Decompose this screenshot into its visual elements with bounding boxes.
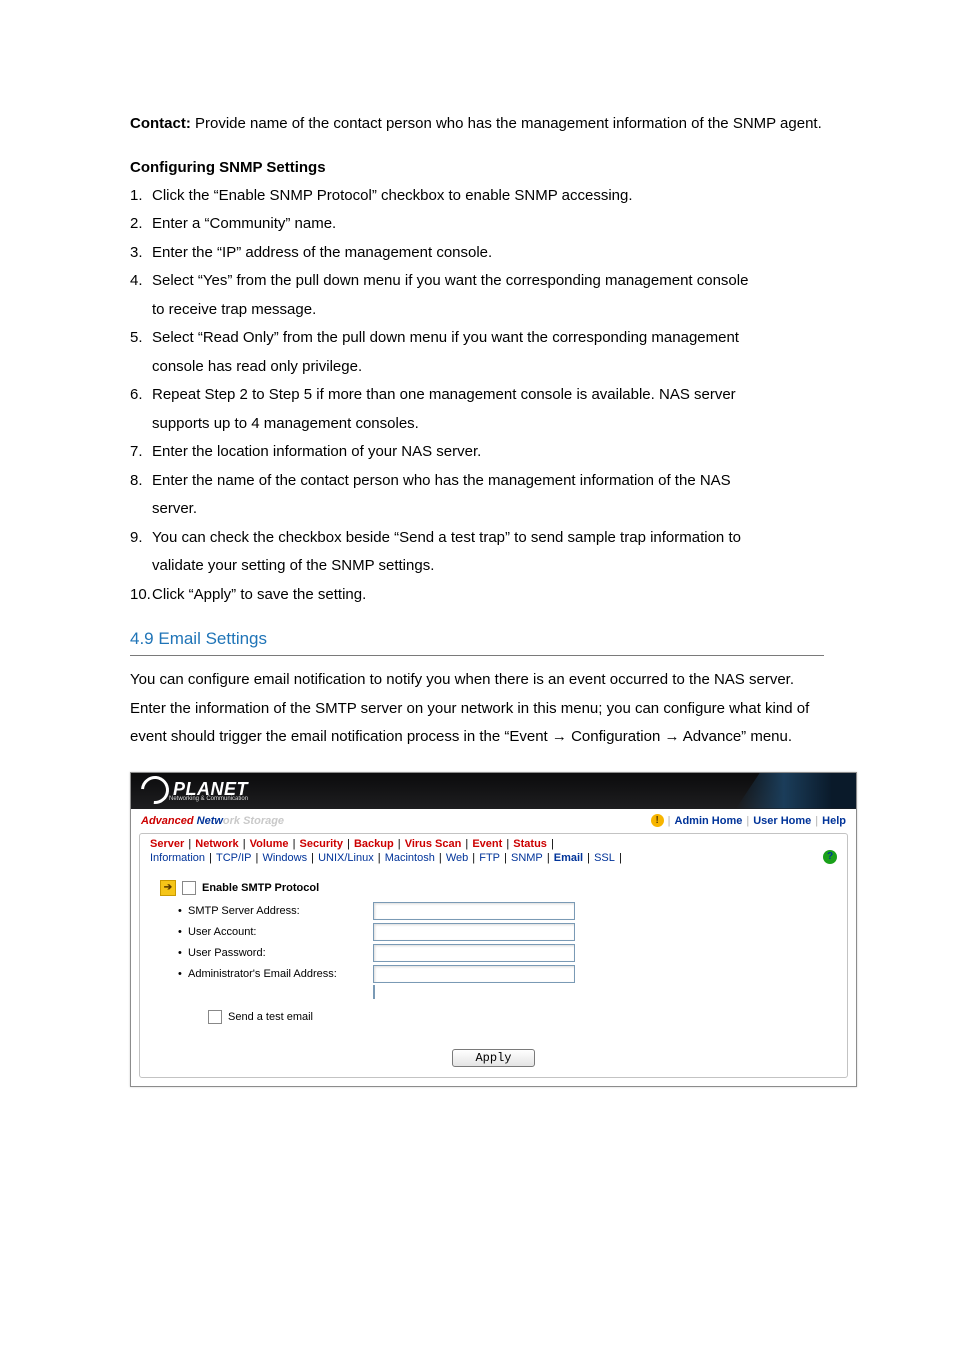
contact-paragraph: Contact: Provide name of the contact per… — [130, 110, 824, 139]
secondary-tab[interactable]: SNMP — [511, 852, 543, 864]
row-user-account: • User Account: — [178, 923, 827, 941]
steps-list: 1. Click the “Enable SNMP Protocol” chec… — [130, 182, 824, 610]
secondary-tab[interactable]: Web — [446, 852, 468, 864]
arrow-icon: ➔ — [160, 880, 176, 896]
section-heading-email: 4.9 Email Settings — [130, 629, 824, 649]
subheading-configuring: Configuring SNMP Settings — [130, 159, 824, 176]
row-user-password: • User Password: — [178, 944, 827, 962]
primary-tab[interactable]: Virus Scan — [405, 838, 462, 850]
primary-tab[interactable]: Volume — [250, 838, 289, 850]
test-email-label: Send a test email — [228, 1011, 313, 1023]
secondary-tab[interactable]: Information — [150, 852, 205, 864]
header-links: ! | Admin Home | User Home | Help — [651, 814, 846, 827]
label-smtp-address: SMTP Server Address: — [188, 905, 373, 917]
link-admin-home[interactable]: Admin Home — [675, 815, 743, 827]
link-help[interactable]: Help — [822, 815, 846, 827]
section-body-email: You can configure email notification to … — [130, 666, 824, 752]
test-email-checkbox[interactable] — [208, 1010, 222, 1024]
input-smtp-address[interactable] — [373, 902, 575, 920]
secondary-tabs: Information | TCP/IP | Windows | UNIX/Li… — [140, 850, 847, 870]
help-icon[interactable]: ? — [823, 850, 837, 864]
step-item-continuation: server. — [130, 495, 824, 524]
contact-label: Contact: — [130, 115, 191, 132]
primary-tab[interactable]: Backup — [354, 838, 394, 850]
step-item: 7. Enter the location information of you… — [130, 438, 824, 467]
step-item: 9. You can check the checkbox beside “Se… — [130, 524, 824, 553]
label-user-account: User Account: — [188, 926, 373, 938]
primary-tab[interactable]: Network — [195, 838, 238, 850]
row-admin-email-2 — [373, 986, 827, 998]
row-admin-email: • Administrator's Email Address: — [178, 965, 827, 983]
step-item: 10. Click “Apply” to save the setting. — [130, 581, 824, 610]
brand-title: Advanced Network Storage — [141, 815, 284, 827]
secondary-tab[interactable]: UNIX/Linux — [318, 852, 374, 864]
step-item: 8. Enter the name of the contact person … — [130, 467, 824, 496]
contact-text: Provide name of the contact person who h… — [191, 115, 822, 132]
input-user-account[interactable] — [373, 923, 575, 941]
input-admin-email-1[interactable] — [373, 965, 575, 983]
secondary-tab[interactable]: TCP/IP — [216, 852, 251, 864]
label-user-password: User Password: — [188, 947, 373, 959]
secondary-tab[interactable]: Email — [554, 852, 583, 864]
step-item: 3. Enter the “IP” address of the managem… — [130, 239, 824, 268]
screenshot-subheader: Advanced Network Storage ! | Admin Home … — [131, 809, 856, 833]
link-user-home[interactable]: User Home — [753, 815, 811, 827]
form-area: ➔ Enable SMTP Protocol • SMTP Server Add… — [140, 870, 847, 1038]
row-smtp-address: • SMTP Server Address: — [178, 902, 827, 920]
primary-tab[interactable]: Event — [472, 838, 502, 850]
step-item-continuation: to receive trap message. — [130, 296, 824, 325]
screenshot-header: PLANET Networking & Communication — [131, 773, 856, 809]
secondary-tab[interactable]: FTP — [479, 852, 500, 864]
step-item: 1. Click the “Enable SNMP Protocol” chec… — [130, 182, 824, 211]
alert-icon[interactable]: ! — [651, 814, 664, 827]
section-divider — [130, 655, 824, 656]
settings-panel: Server | Network | Volume | Security | B… — [139, 833, 848, 1078]
primary-tabs: Server | Network | Volume | Security | B… — [140, 834, 847, 850]
step-item: 4. Select “Yes” from the pull down menu … — [130, 267, 824, 296]
step-item-continuation: validate your setting of the SNMP settin… — [130, 552, 824, 581]
header-swoosh — [736, 773, 856, 809]
input-admin-email-2[interactable] — [373, 985, 375, 999]
primary-tab[interactable]: Status — [513, 838, 547, 850]
primary-tab[interactable]: Server — [150, 838, 184, 850]
secondary-tab[interactable]: Macintosh — [385, 852, 435, 864]
label-admin-email: Administrator's Email Address: — [188, 968, 373, 980]
enable-smtp-row: ➔ Enable SMTP Protocol — [160, 880, 827, 896]
logo-tagline: Networking & Communication — [169, 796, 248, 802]
apply-row: Apply — [140, 1038, 847, 1077]
enable-smtp-checkbox[interactable] — [182, 881, 196, 895]
secondary-tab[interactable]: Windows — [262, 852, 307, 864]
row-test-email: Send a test email — [208, 1010, 827, 1024]
screenshot-email-settings: PLANET Networking & Communication Advanc… — [130, 772, 857, 1087]
apply-button[interactable]: Apply — [452, 1049, 534, 1067]
step-item-continuation: supports up to 4 management consoles. — [130, 410, 824, 439]
step-item: 2. Enter a “Community” name. — [130, 210, 824, 239]
logo-swirl-icon — [135, 770, 174, 809]
step-item-continuation: console has read only privilege. — [130, 353, 824, 382]
primary-tab[interactable]: Security — [300, 838, 343, 850]
input-user-password[interactable] — [373, 944, 575, 962]
enable-smtp-label: Enable SMTP Protocol — [202, 882, 319, 894]
secondary-tab[interactable]: SSL — [594, 852, 615, 864]
step-item: 6. Repeat Step 2 to Step 5 if more than … — [130, 381, 824, 410]
step-item: 5. Select “Read Only” from the pull down… — [130, 324, 824, 353]
